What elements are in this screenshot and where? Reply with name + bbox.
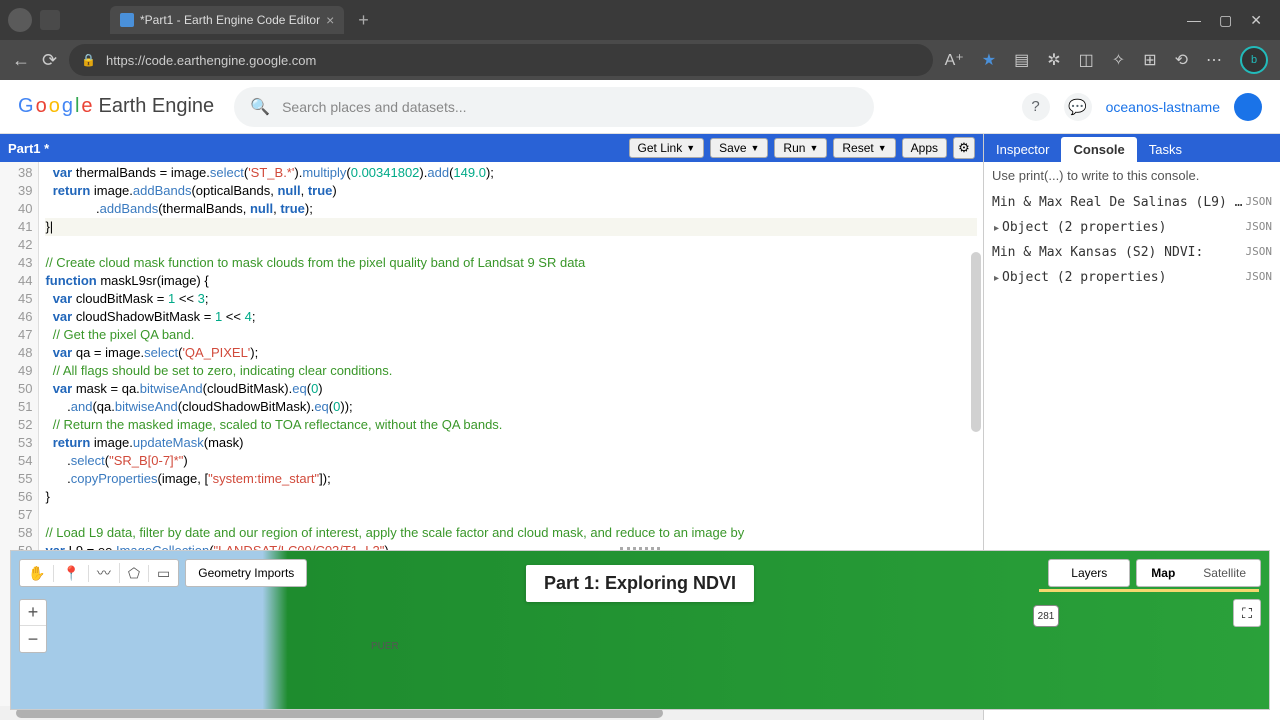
reader-icon[interactable]: A⁺ [945, 50, 964, 70]
search-input[interactable]: 🔍 Search places and datasets... [234, 87, 874, 127]
favorite-icon[interactable]: ★ [982, 50, 996, 70]
line-tool-icon[interactable]: 〰 [89, 563, 120, 583]
tab-close-icon[interactable]: × [326, 12, 334, 28]
zoom-control: + − [19, 599, 47, 653]
script-name: Part1 * [8, 141, 49, 156]
avatar[interactable] [1234, 93, 1262, 121]
minimize-icon[interactable]: — [1187, 12, 1201, 29]
panel-splitter[interactable] [620, 547, 660, 553]
browser-tab-bar: *Part1 - Earth Engine Code Editor × + — … [0, 0, 1280, 40]
new-tab-button[interactable]: + [358, 10, 369, 31]
maximize-icon[interactable]: ▢ [1219, 12, 1232, 29]
username[interactable]: oceanos-lastname [1106, 99, 1220, 115]
map-type-map[interactable]: Map [1137, 560, 1189, 586]
fullscreen-button[interactable]: ⛶ [1233, 599, 1261, 627]
workspaces-icon[interactable] [40, 10, 60, 30]
map-road [1039, 589, 1259, 592]
zoom-in-button[interactable]: + [20, 600, 46, 626]
logo[interactable]: Google Earth Engine [18, 95, 214, 118]
shopping-icon[interactable]: ▤ [1014, 50, 1029, 70]
tab-inspector[interactable]: Inspector [984, 137, 1061, 162]
split-icon[interactable]: ◫ [1079, 50, 1094, 70]
console-object[interactable]: ▸Object (2 properties) [994, 220, 1166, 235]
sync-icon[interactable]: ⟲ [1175, 50, 1188, 70]
url-text: https://code.earthengine.google.com [106, 53, 316, 68]
geometry-imports-button[interactable]: Geometry Imports [185, 559, 307, 587]
tab-console[interactable]: Console [1061, 137, 1136, 162]
draw-tools: ✋ 📍 〰 ⬠ ▭ [19, 559, 179, 587]
help-icon[interactable]: ? [1022, 93, 1050, 121]
search-icon: 🔍 [250, 97, 270, 117]
json-link[interactable]: JSON [1246, 220, 1273, 235]
console-entry: Min & Max Kansas (S2) NDVI:JSON [992, 245, 1272, 260]
gear-icon[interactable]: ⚙ [953, 137, 975, 159]
vertical-scrollbar[interactable] [971, 252, 981, 432]
browser-address-bar: ← ⟳ 🔒 https://code.earthengine.google.co… [0, 40, 1280, 80]
tab-title: *Part1 - Earth Engine Code Editor [140, 13, 320, 27]
lock-icon: 🔒 [81, 53, 96, 67]
save-button[interactable]: Save▼ [710, 138, 768, 158]
map-type-satellite[interactable]: Satellite [1189, 560, 1260, 586]
apps-button[interactable]: Apps [902, 138, 947, 158]
layers-button[interactable]: Layers [1048, 559, 1130, 587]
rectangle-tool-icon[interactable]: ▭ [149, 565, 178, 582]
browser-profile-icon[interactable] [8, 8, 32, 32]
polygon-tool-icon[interactable]: ⬠ [120, 565, 149, 582]
pan-tool-icon[interactable]: ✋ [20, 565, 54, 582]
map-type-toggle: Map Satellite [1136, 559, 1261, 587]
search-placeholder: Search places and datasets... [282, 99, 466, 115]
map[interactable]: ✋ 📍 〰 ⬠ ▭ Geometry Imports Part 1: Explo… [10, 550, 1270, 710]
url-input[interactable]: 🔒 https://code.earthengine.google.com [69, 44, 933, 76]
feedback-icon[interactable]: 💬 [1064, 93, 1092, 121]
browser-tab[interactable]: *Part1 - Earth Engine Code Editor × [110, 6, 344, 34]
back-icon[interactable]: ← [12, 50, 30, 71]
run-button[interactable]: Run▼ [774, 138, 827, 158]
close-window-icon[interactable]: ✕ [1250, 12, 1262, 29]
json-link[interactable]: JSON [1246, 270, 1273, 285]
map-title: Part 1: Exploring NDVI [526, 565, 754, 602]
map-place-label: PUER [371, 641, 399, 652]
highway-shield: 281 [1033, 605, 1059, 627]
app-header: Google Earth Engine 🔍 Search places and … [0, 80, 1280, 134]
tab-tasks[interactable]: Tasks [1137, 137, 1194, 162]
json-link[interactable]: JSON [1246, 195, 1273, 210]
zoom-out-button[interactable]: − [20, 626, 46, 652]
console-entry: Min & Max Real De Salinas (L9) …JSON [992, 195, 1272, 210]
editor-toolbar: Part1 * Get Link▼ Save▼ Run▼ Reset▼ Apps… [0, 134, 983, 162]
console-object[interactable]: ▸Object (2 properties) [994, 270, 1166, 285]
more-icon[interactable]: ⋯ [1206, 50, 1222, 70]
favorites-list-icon[interactable]: ✧ [1112, 50, 1125, 70]
reset-button[interactable]: Reset▼ [833, 138, 895, 158]
extensions-icon[interactable]: ✲ [1047, 50, 1060, 70]
favicon-icon [120, 13, 134, 27]
get-link-button[interactable]: Get Link▼ [629, 138, 705, 158]
refresh-icon[interactable]: ⟳ [42, 50, 57, 71]
console-hint: Use print(...) to write to this console. [992, 168, 1272, 183]
collections-icon[interactable]: ⊞ [1143, 50, 1156, 70]
point-tool-icon[interactable]: 📍 [54, 565, 88, 582]
right-panel-tabs: Inspector Console Tasks [984, 134, 1280, 162]
bing-icon[interactable]: b [1240, 46, 1268, 74]
json-link[interactable]: JSON [1246, 245, 1273, 260]
